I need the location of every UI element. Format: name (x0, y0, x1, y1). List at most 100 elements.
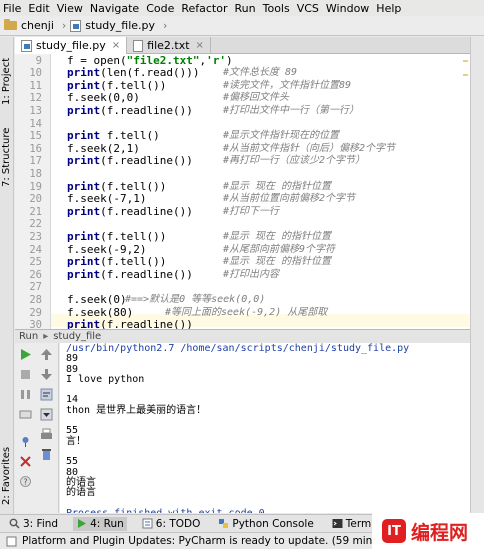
code-line[interactable]: print(f.readline()) (67, 318, 193, 329)
code-comment: #打印出内容 (223, 268, 280, 280)
python-icon (219, 519, 229, 528)
string-literal: 'r' (206, 54, 226, 67)
code-editor[interactable]: 9f = open("file2.txt",'r') 10 print(len(f.… (15, 54, 470, 329)
code-line[interactable]: print(f.readline()) (67, 154, 193, 168)
console-line: /usr/bin/python2.7 /home/san/scripts/che… (66, 343, 410, 354)
code-line[interactable]: print(f.readline()) (67, 268, 193, 282)
keyword: print (67, 154, 101, 168)
code-comment: #读完文件，文件指针位置89 (223, 79, 352, 91)
warning-marker[interactable] (463, 60, 468, 62)
code-comment: #显示文件指针现在的位置 (223, 130, 340, 142)
code-comment: #==>默认是0 等等seek(0,0) (125, 293, 266, 305)
string-literal: "file2.txt" (126, 54, 200, 67)
event-log-icon[interactable] (6, 536, 17, 547)
keyword: print (67, 229, 101, 243)
pin-icon[interactable] (19, 435, 32, 448)
code-comment: #再打印一行（应该少2个字节） (223, 155, 366, 167)
keyword: print (67, 179, 101, 193)
editor-tab-bar: study_file.py × file2.txt × (15, 37, 470, 54)
menu-view[interactable]: View (57, 2, 83, 15)
tab-file2[interactable]: file2.txt × (127, 37, 211, 54)
menu-tools[interactable]: Tools (263, 2, 290, 15)
code-comment: #从当前位置向前偏移2个字节 (223, 193, 356, 205)
python-file-icon (21, 39, 32, 52)
menu-run[interactable]: Run (235, 2, 256, 15)
console-line: 言！ (66, 435, 86, 447)
tool-tab-structure[interactable]: 7: Structure (1, 117, 12, 187)
line-number: 29 (29, 306, 42, 319)
tab-study-file[interactable]: study_file.py × (15, 37, 128, 54)
line-number: 11 (29, 79, 42, 92)
code-line[interactable]: print(f.readline()) (67, 205, 193, 219)
warning-marker[interactable] (463, 74, 468, 76)
run-toolbar: ? (15, 343, 59, 513)
soft-wrap-icon[interactable] (40, 388, 53, 401)
line-number: 30 (29, 319, 42, 329)
console-line: 的语言 (66, 476, 96, 488)
close-icon[interactable]: × (196, 40, 204, 51)
menu-help[interactable]: Help (376, 2, 401, 15)
line-number: 12 (29, 92, 42, 105)
keyword: print (67, 318, 101, 329)
line-number: 17 (29, 155, 42, 168)
keyword: print (67, 66, 101, 80)
help-icon[interactable]: ? (19, 475, 32, 488)
line-number: 16 (29, 142, 42, 155)
keyword: print (67, 129, 101, 143)
tab-file2-label: file2.txt (147, 39, 190, 52)
breadcrumb-folder[interactable]: chenji (4, 19, 54, 32)
watermark-text: 编程网 (411, 521, 469, 544)
menu-window[interactable]: Window (326, 2, 369, 15)
left-tool-strip: 1: Project 7: Structure 2: Favorites (0, 37, 14, 514)
breadcrumb-file[interactable]: study_file.py (70, 19, 155, 32)
console-line: 80 (66, 466, 79, 478)
code-comment: #偏移回文件头 (223, 92, 290, 104)
menu-code[interactable]: Code (146, 2, 174, 15)
code-comment: #显示 现在 的指针位置 (223, 180, 332, 192)
rerun-icon[interactable] (19, 348, 32, 361)
run-console-output[interactable]: /usr/bin/python2.7 /home/san/scripts/che… (60, 343, 470, 513)
close-icon[interactable]: × (112, 40, 120, 51)
dump-threads-icon[interactable] (19, 408, 32, 421)
code-line[interactable]: f.seek(0) (67, 293, 127, 307)
arrow-down-icon[interactable] (40, 368, 53, 381)
code-comment: #从尾部向前偏移9个字符 (223, 243, 336, 255)
tab-study-file-label: study_file.py (36, 39, 106, 52)
line-number: 22 (29, 218, 42, 231)
tool-tab-project-label: 1: Project (1, 57, 12, 105)
run-config-label[interactable]: study_file (53, 331, 101, 342)
bottom-tab-run[interactable]: 4: Run (73, 516, 127, 531)
code-comment: #从当前文件指针（向后）偏移2个字节 (223, 142, 396, 154)
trash-icon[interactable] (40, 448, 53, 461)
tool-tab-project[interactable]: 1: Project (1, 41, 12, 105)
menu-navigate[interactable]: Navigate (90, 2, 139, 15)
run-panel-title: Run (19, 331, 39, 342)
print-icon[interactable] (40, 428, 53, 441)
menu-file[interactable]: File (3, 2, 21, 15)
arrow-up-icon[interactable] (40, 348, 53, 361)
line-number: 23 (29, 230, 42, 243)
run-icon (78, 519, 87, 528)
tool-tab-favorites[interactable]: 2: Favorites (1, 437, 12, 505)
code-line[interactable]: print(f.tell()) (67, 229, 166, 244)
pause-icon[interactable] (19, 388, 32, 401)
status-message[interactable]: Platform and Plugin Updates: PyCharm is … (22, 535, 422, 547)
close-run-icon[interactable] (19, 455, 32, 468)
code-line[interactable]: print f.tell() (67, 129, 160, 143)
line-number: 28 (29, 293, 42, 306)
menu-edit[interactable]: Edit (28, 2, 49, 15)
line-number: 26 (29, 268, 42, 281)
code-line[interactable]: print(f.readline()) (67, 104, 193, 118)
bottom-tab-python-console[interactable]: Python Console (215, 517, 316, 531)
bottom-tab-todo[interactable]: 6: TODO (139, 517, 204, 531)
bottom-tab-run-label: 4: Run (90, 517, 124, 530)
line-number: 25 (29, 256, 42, 269)
menu-refactor[interactable]: Refactor (181, 2, 227, 15)
stop-icon[interactable] (19, 368, 32, 381)
scroll-to-end-icon[interactable] (40, 408, 53, 421)
bottom-tab-find[interactable]: 3: Find (6, 517, 61, 531)
console-line: I love python (66, 373, 145, 385)
menu-vcs[interactable]: VCS (297, 2, 319, 15)
